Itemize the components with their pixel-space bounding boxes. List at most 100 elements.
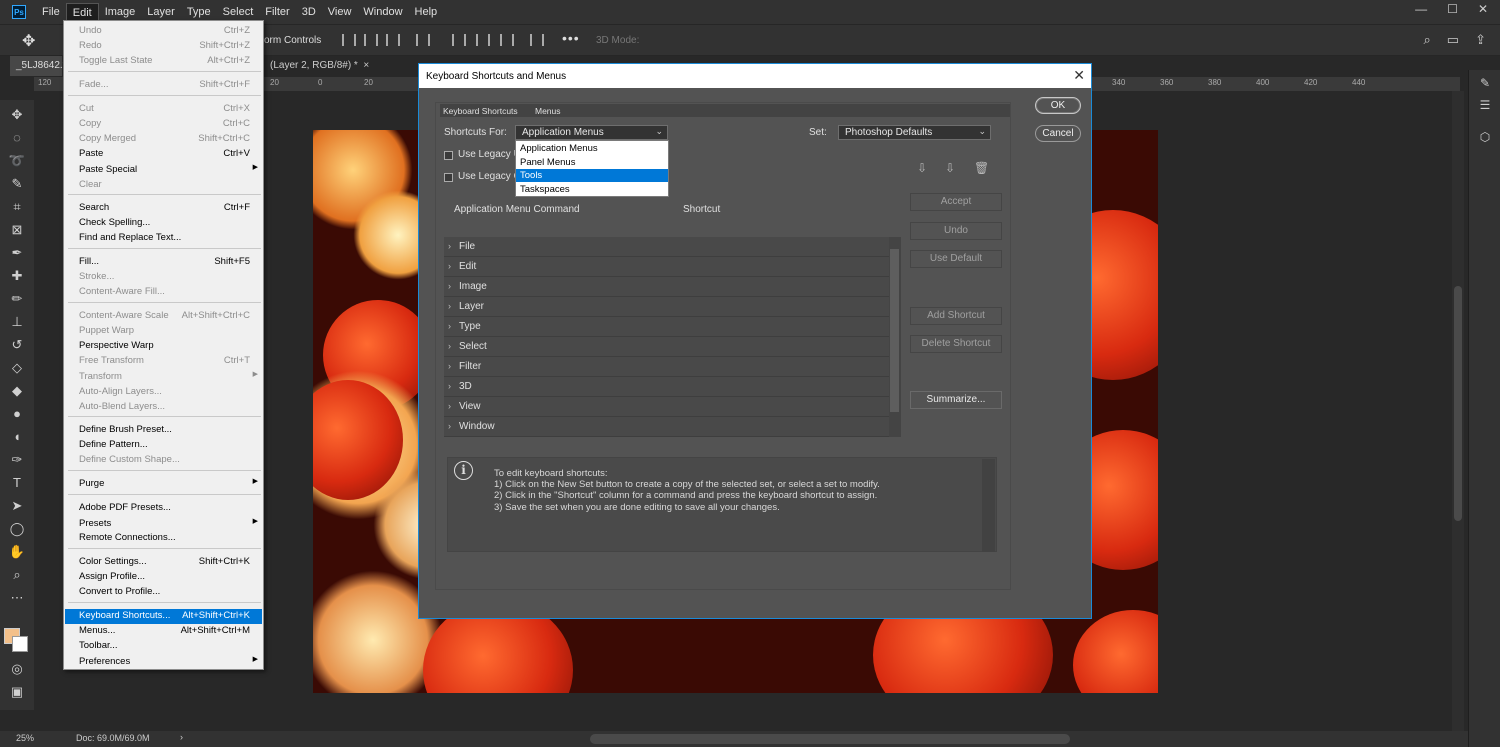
edit-menu-item[interactable]: Check Spelling... [65,216,262,231]
align-center-icon[interactable] [364,34,378,46]
menu-filter[interactable]: Filter [259,3,295,21]
edit-menu-item[interactable]: Auto-Align Layers... [65,385,262,400]
brush-settings-icon[interactable]: ✎ [1478,76,1492,90]
edit-menu-item[interactable]: Content-Aware Fill... [65,285,262,300]
edit-menu-item[interactable]: Stroke... [65,270,262,285]
eyedropper-icon[interactable]: ✒ [8,244,26,262]
align-middle-icon[interactable] [476,34,490,46]
command-row[interactable]: ›Select [444,337,890,357]
edit-menu-item[interactable]: Menus...Alt+Shift+Ctrl+M [65,624,262,639]
edit-menu-item[interactable]: CutCtrl+X [65,102,262,117]
chevron-right-icon[interactable]: › [448,341,451,351]
menu-type[interactable]: Type [181,3,217,21]
menu-select[interactable]: Select [217,3,260,21]
set-select[interactable]: Photoshop Defaults ⌄ [838,125,991,140]
menu-view[interactable]: View [322,3,358,21]
edit-menu-item[interactable]: Content-Aware ScaleAlt+Shift+Ctrl+C [65,309,262,324]
distribute-icon[interactable] [416,34,430,46]
use-default-button[interactable]: Use Default [910,250,1002,268]
chevron-right-icon[interactable]: › [448,261,451,271]
edit-menu-item[interactable]: Define Brush Preset... [65,423,262,438]
column-shortcut[interactable]: Shortcut [683,204,720,215]
status-menu-arrow-icon[interactable]: › [180,732,183,742]
pen-icon[interactable]: ✑ [8,451,26,469]
accept-button[interactable]: Accept [910,193,1002,211]
scrollbar-thumb[interactable] [890,249,899,412]
share-icon[interactable]: ⇪ [1475,32,1486,48]
edit-menu-item[interactable]: Keyboard Shortcuts...Alt+Shift+Ctrl+K [65,609,262,624]
shortcuts-for-option[interactable]: Taskspaces [516,183,668,196]
command-row[interactable]: ›3D [444,377,890,397]
command-row[interactable]: ›View [444,397,890,417]
edit-menu-item[interactable]: Perspective Warp [65,339,262,354]
move-icon[interactable]: ✥ [8,106,26,124]
edit-menu-item[interactable]: PasteCtrl+V [65,147,262,162]
document-tab-active[interactable]: _5LJ8642.t [10,56,62,76]
zoom-level[interactable]: 25% [16,733,34,743]
edit-menu-item[interactable]: Toolbar... [65,639,262,654]
healing-brush-icon[interactable]: ✚ [8,267,26,285]
shortcuts-for-option[interactable]: Application Menus [516,142,668,155]
edit-menu-item[interactable]: Presets▶ [65,517,262,532]
delete-shortcut-button[interactable]: Delete Shortcut [910,335,1002,353]
edit-menu-item[interactable]: UndoCtrl+Z [65,24,262,39]
history-brush-icon[interactable]: ↺ [8,336,26,354]
maximize-icon[interactable]: ☐ [1447,2,1458,16]
ellipse-icon[interactable]: ◯ [8,520,26,538]
3d-panel-icon[interactable]: ⬡ [1478,130,1492,144]
delete-set-icon[interactable]: 🗑 [974,161,988,175]
quick-select-icon[interactable]: ✎ [8,175,26,193]
shortcuts-for-option[interactable]: Tools [516,169,668,182]
adjustments-icon[interactable]: ☰ [1478,98,1492,112]
background-color-swatch[interactable] [12,636,28,652]
edit-menu-item[interactable]: Color Settings...Shift+Ctrl+K [65,555,262,570]
command-row[interactable]: ›Edit [444,257,890,277]
edit-menu-item[interactable]: Purge▶ [65,477,262,492]
edit-menu-item[interactable]: Auto-Blend Layers... [65,400,262,415]
stamp-icon[interactable]: ⊥ [8,313,26,331]
edit-menu-item[interactable]: Adobe PDF Presets... [65,501,262,516]
edit-menu-item[interactable]: RedoShift+Ctrl+Z [65,39,262,54]
distribute-vertical-icon[interactable] [530,34,544,46]
document-tab-info[interactable]: (Layer 2, RGB/8#) * × [264,56,375,76]
paint-bucket-icon[interactable]: ◆ [8,382,26,400]
transform-controls-label[interactable]: orm Controls [264,35,321,46]
legacy-undo-checkbox[interactable] [444,151,453,160]
chevron-right-icon[interactable]: › [448,321,451,331]
edit-menu-item[interactable]: Remote Connections... [65,531,262,546]
edit-menu-item[interactable]: Toggle Last StateAlt+Ctrl+Z [65,54,262,69]
menu-edit[interactable]: Edit [66,3,99,21]
info-scrollbar[interactable] [982,459,995,552]
quick-mask-icon[interactable]: ◎ [8,660,26,678]
edit-menu-item[interactable]: Paste Special▶ [65,163,262,178]
frame-icon[interactable]: ⊠ [8,221,26,239]
edit-menu-item[interactable]: SearchCtrl+F [65,201,262,216]
edit-menu-item[interactable]: Clear [65,178,262,193]
screen-mode-icon[interactable]: ▣ [8,683,26,701]
menu-help[interactable]: Help [409,3,444,21]
edit-menu-item[interactable]: Define Custom Shape... [65,453,262,468]
new-set-icon[interactable]: ⇩ [943,161,957,175]
save-set-icon[interactable]: ⇩ [915,161,929,175]
edit-menu-item[interactable]: CopyCtrl+C [65,117,262,132]
brush-icon[interactable]: ✏ [8,290,26,308]
more-tools-icon[interactable]: ⋯ [8,589,26,607]
zoom-icon[interactable]: ⌕ [8,566,26,584]
lasso-icon[interactable]: ➰ [8,152,26,170]
blur-icon[interactable]: ● [8,405,26,423]
command-row[interactable]: ›Layer [444,297,890,317]
edit-menu-item[interactable]: Fill...Shift+F5 [65,255,262,270]
cancel-button[interactable]: Cancel [1035,125,1081,142]
path-select-icon[interactable]: ➤ [8,497,26,515]
edit-menu-item[interactable]: Copy MergedShift+Ctrl+C [65,132,262,147]
menu-file[interactable]: File [36,3,66,21]
chevron-right-icon[interactable]: › [448,301,451,311]
tab-keyboard-shortcuts[interactable]: Keyboard Shortcuts [443,106,518,116]
add-shortcut-button[interactable]: Add Shortcut [910,307,1002,325]
edit-menu-item[interactable]: Assign Profile... [65,570,262,585]
chevron-right-icon[interactable]: › [448,361,451,371]
chevron-right-icon[interactable]: › [448,281,451,291]
edit-menu-item[interactable]: Puppet Warp [65,324,262,339]
edit-menu-item[interactable]: Find and Replace Text... [65,231,262,246]
hand-icon[interactable]: ✋ [8,543,26,561]
